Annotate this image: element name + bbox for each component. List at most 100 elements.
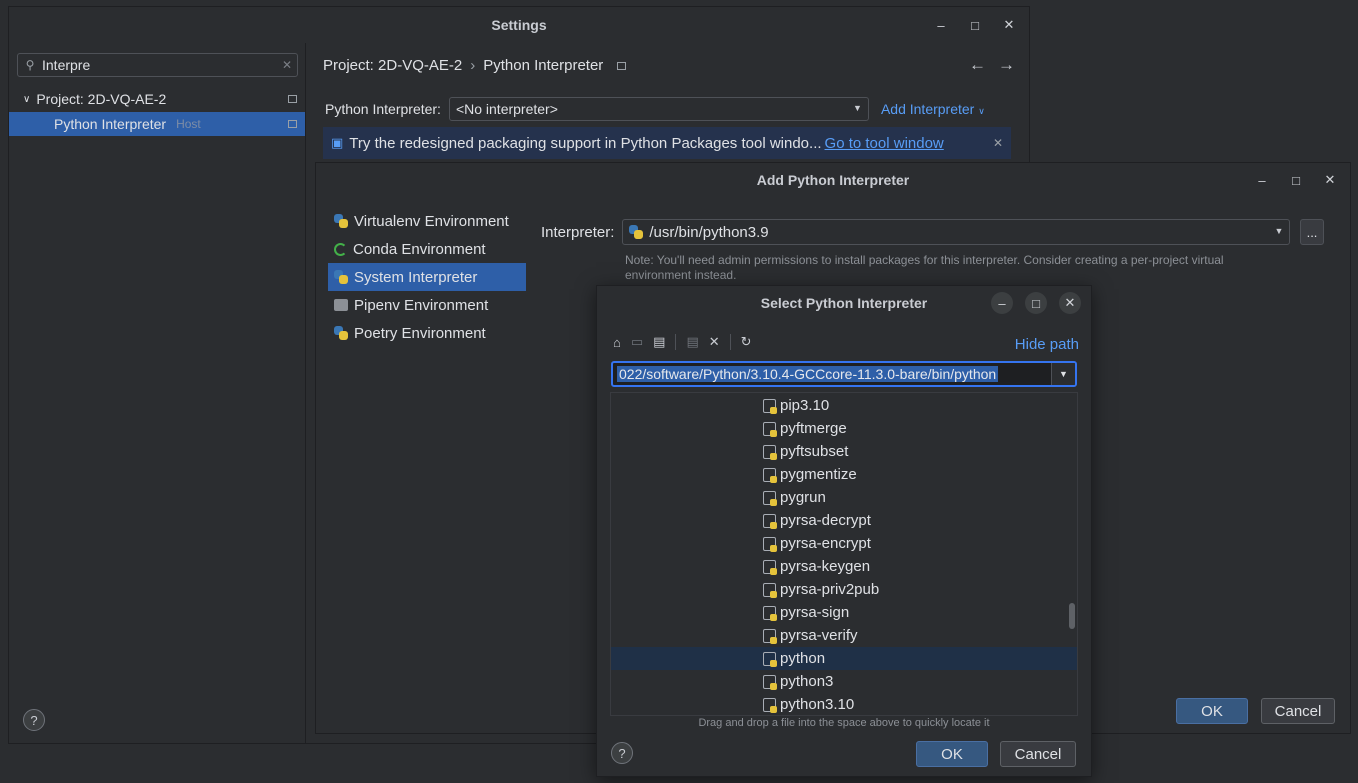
clear-search-icon[interactable]: ✕	[277, 58, 297, 72]
python-icon	[629, 225, 644, 239]
python-file-icon	[763, 559, 777, 575]
scrollbar-thumb[interactable]	[1069, 603, 1075, 629]
help-button[interactable]: ?	[23, 709, 45, 731]
tree-item-interpreter-label: Python Interpreter	[54, 116, 167, 132]
home-icon[interactable]: ⌂	[613, 335, 621, 350]
maximize-icon[interactable]: □	[967, 17, 983, 33]
maximize-icon[interactable]: □	[1288, 172, 1304, 188]
python-file-icon	[763, 651, 777, 667]
admin-note: Note: You'll need admin permissions to i…	[625, 253, 1224, 282]
delete-icon[interactable]: ✕	[709, 334, 720, 350]
minimize-icon[interactable]: –	[933, 17, 949, 33]
close-icon[interactable]: ✕	[993, 136, 1003, 150]
file-item-label: pyrsa-decrypt	[780, 512, 871, 529]
add-interpreter-window-controls: – □ ✕	[1254, 163, 1338, 197]
python-file-icon	[763, 513, 777, 529]
minimize-icon[interactable]: –	[991, 292, 1013, 314]
ok-button[interactable]: OK	[1176, 698, 1248, 724]
toolbar-separator	[729, 334, 731, 350]
file-toolbar: ⌂ ▭ ▤ ▤ ✕ ↻	[613, 334, 752, 350]
file-item[interactable]: pygrun	[611, 486, 1077, 509]
env-label: Virtualenv Environment	[354, 212, 509, 230]
python-file-icon	[763, 697, 777, 713]
dropdown-arrow-icon[interactable]: ▼	[1051, 363, 1075, 385]
breadcrumb-separator-icon: ›	[470, 57, 476, 74]
python-icon	[334, 214, 348, 228]
file-item[interactable]: pyrsa-decrypt	[611, 509, 1077, 532]
file-item[interactable]: pyftsubset	[611, 440, 1077, 463]
help-button[interactable]: ?	[611, 742, 633, 764]
file-item-label: pyrsa-encrypt	[780, 535, 871, 552]
file-item[interactable]: pyrsa-verify	[611, 624, 1077, 647]
file-item[interactable]: python3	[611, 670, 1077, 693]
settings-sidebar: ⚲ Interpre ✕ ∨ Project: 2D-VQ-AE-2 Pytho…	[9, 43, 306, 743]
add-interpreter-link[interactable]: Add Interpreter ∨	[881, 101, 985, 117]
go-to-tool-window-link[interactable]: Go to tool window	[825, 135, 944, 152]
file-item[interactable]: pyrsa-priv2pub	[611, 578, 1077, 601]
chevron-down-icon: ∨	[978, 106, 985, 116]
cancel-button[interactable]: Cancel	[1261, 698, 1335, 724]
interpreter-select[interactable]: /usr/bin/python3.9 ▼	[622, 219, 1291, 245]
maximize-icon[interactable]: □	[1025, 292, 1047, 314]
file-item[interactable]: python	[611, 647, 1077, 670]
file-item[interactable]: pip3.10	[611, 394, 1077, 417]
python-file-icon	[763, 467, 777, 483]
env-label: Conda Environment	[353, 240, 486, 258]
environment-list: Virtualenv Environment Conda Environment…	[328, 207, 526, 347]
gift-icon: ▣	[331, 135, 344, 150]
add-interpreter-label: Add Interpreter	[880, 101, 975, 117]
file-item-label: pygrun	[780, 489, 826, 506]
search-input[interactable]: Interpre	[42, 57, 277, 73]
env-label: Pipenv Environment	[354, 296, 489, 314]
file-tree[interactable]: python3.10 python3 python pyrsa-verify pyrsa…	[610, 392, 1078, 716]
cancel-button[interactable]: Cancel	[1000, 741, 1076, 767]
dropdown-arrow-icon: ▼	[1274, 226, 1284, 236]
env-conda[interactable]: Conda Environment	[328, 235, 526, 263]
chevron-down-icon[interactable]: ∨	[23, 94, 30, 105]
project-folder-icon[interactable]: ▤	[653, 334, 665, 350]
close-icon[interactable]: ✕	[1059, 292, 1081, 314]
ok-button[interactable]: OK	[916, 741, 988, 767]
tree-item-python-interpreter[interactable]: Python Interpreter Host	[9, 112, 305, 136]
python-file-icon	[763, 490, 777, 506]
close-icon[interactable]: ✕	[1322, 172, 1338, 188]
env-pipenv[interactable]: Pipenv Environment	[328, 291, 526, 319]
file-item[interactable]: pygmentize	[611, 463, 1077, 486]
file-item[interactable]: pyrsa-keygen	[611, 555, 1077, 578]
back-arrow-icon[interactable]: ←	[969, 55, 986, 75]
path-input[interactable]: 022/software/Python/3.10.4-GCCcore-11.3.…	[611, 361, 1077, 387]
banner-text: Try the redesigned packaging support in …	[349, 134, 822, 152]
close-icon[interactable]: ✕	[1001, 17, 1017, 33]
file-item[interactable]: python3.10	[611, 693, 1077, 715]
minimize-icon[interactable]: –	[1254, 172, 1270, 188]
browse-button[interactable]: ...	[1300, 219, 1324, 245]
breadcrumb: Project: 2D-VQ-AE-2 › Python Interpreter	[323, 57, 627, 74]
python-interpreter-value: <No interpreter>	[455, 101, 558, 117]
breadcrumb-project[interactable]: Project: 2D-VQ-AE-2	[323, 57, 462, 74]
python-file-icon	[763, 398, 777, 414]
file-item[interactable]: pyrsa-encrypt	[611, 532, 1077, 555]
forward-arrow-icon[interactable]: →	[998, 55, 1015, 75]
python-file-icon	[763, 674, 777, 690]
env-poetry[interactable]: Poetry Environment	[328, 319, 526, 347]
hide-path-link[interactable]: Hide path	[1015, 336, 1079, 353]
python-file-icon	[763, 536, 777, 552]
env-label: System Interpreter	[354, 268, 478, 286]
project-scope-icon	[288, 120, 297, 128]
add-interpreter-title: Add Python Interpreter	[756, 172, 910, 188]
file-item-label: python	[780, 650, 826, 667]
env-system[interactable]: System Interpreter	[328, 263, 526, 291]
file-item[interactable]: pyrsa-sign	[611, 601, 1077, 624]
select-python-interpreter-dialog: Select Python Interpreter – □ ✕ ⌂ ▭ ▤ ▤ …	[596, 285, 1092, 777]
file-item[interactable]: pyftmerge	[611, 417, 1077, 440]
packaging-banner: ▣ Try the redesigned packaging support i…	[323, 127, 1011, 159]
tree-item-project[interactable]: ∨ Project: 2D-VQ-AE-2	[9, 87, 305, 111]
tree-item-project-label: Project: 2D-VQ-AE-2	[36, 91, 167, 107]
settings-search[interactable]: ⚲ Interpre ✕	[17, 53, 298, 77]
path-input-value: 022/software/Python/3.10.4-GCCcore-11.3.…	[617, 366, 999, 382]
python-interpreter-select[interactable]: <No interpreter> ▼	[448, 97, 869, 121]
python-interpreter-row: Python Interpreter: <No interpreter> ▼ A…	[325, 97, 985, 121]
env-virtualenv[interactable]: Virtualenv Environment	[328, 207, 526, 235]
breadcrumb-page: Python Interpreter	[483, 57, 604, 74]
refresh-icon[interactable]: ↻	[741, 334, 752, 350]
